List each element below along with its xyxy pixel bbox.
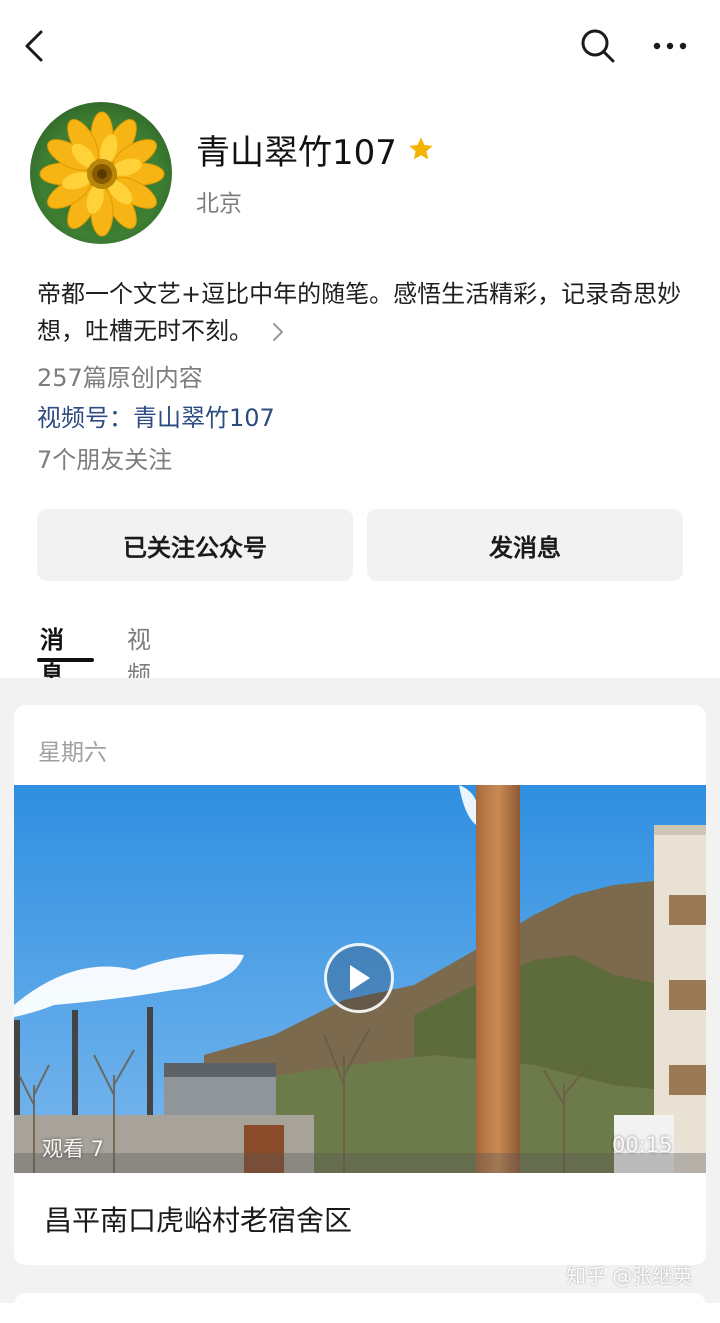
flower-avatar-image (39, 111, 165, 237)
articles-count: 257篇原创内容 (37, 364, 203, 392)
more-dots-icon (653, 42, 687, 50)
next-message-card[interactable] (14, 1293, 706, 1323)
back-button[interactable] (6, 18, 62, 74)
bio-text: 帝都一个文艺+逗比中年的随笔。感悟生活精彩，记录奇思妙想，吐槽无时不刻。 (37, 280, 682, 345)
top-bar (0, 0, 720, 90)
send-message-button[interactable]: 发消息 (367, 509, 683, 581)
profile-bio[interactable]: 帝都一个文艺+逗比中年的随笔。感悟生活精彩，记录奇思妙想，吐槽无时不刻。 (37, 276, 697, 350)
more-button[interactable] (642, 18, 698, 74)
avatar[interactable] (30, 102, 172, 244)
friends-following[interactable]: 7个朋友关注 (37, 440, 172, 475)
profile-name: 青山翠竹107 (196, 132, 397, 173)
profile-location: 北京 (196, 191, 242, 217)
chevron-left-icon (25, 30, 43, 62)
watermark: 知乎 @张继英 (566, 1264, 693, 1288)
video-duration: 00:15 (612, 1133, 673, 1157)
video-title[interactable]: 昌平南口虎峪村老宿舍区 (44, 1199, 352, 1239)
play-button[interactable] (324, 943, 394, 1013)
profile-name-row: 青山翠竹107 (196, 124, 435, 174)
video-views: 观看 7 (42, 1137, 105, 1161)
message-day: 星期六 (38, 740, 107, 766)
play-icon (350, 965, 370, 991)
video-account-link[interactable]: 视频号：青山翠竹107 (37, 398, 275, 433)
followed-account-button[interactable]: 已关注公众号 (37, 509, 353, 581)
chevron-right-icon (273, 323, 283, 341)
search-icon (581, 29, 615, 63)
active-tab-indicator (37, 658, 94, 662)
message-card[interactable]: 星期六 观看 7 00:15 昌平南口虎峪村老宿舍区 (14, 705, 706, 1265)
search-button[interactable] (570, 18, 626, 74)
video-thumbnail[interactable]: 观看 7 00:15 (14, 785, 706, 1173)
star-icon (409, 137, 433, 160)
